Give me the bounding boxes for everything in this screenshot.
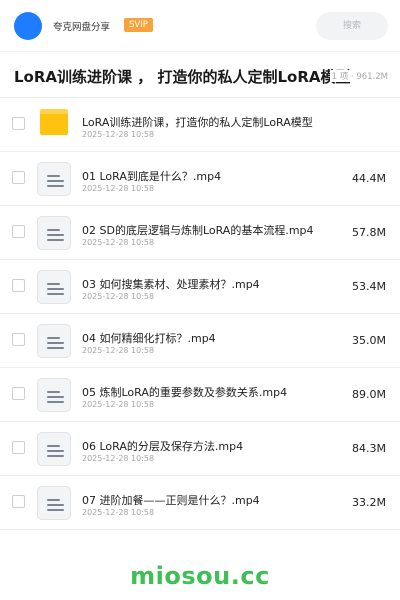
file-list: LoRA训练进阶课，打造你的私人定制LoRA模型 2025-12-28 10:5… [0,98,400,530]
video-file-icon [37,324,71,358]
video-file-icon [37,162,71,196]
svip-badge: SVIP [124,18,153,32]
file-size: 33.2M [352,496,386,509]
file-name: 04 如何精细化打标？.mp4 [82,332,216,345]
app-name: 夸克网盘分享 [53,22,111,33]
row-checkbox[interactable] [12,495,25,508]
file-size: 84.3M [352,442,386,455]
row-checkbox[interactable] [12,279,25,292]
file-date: 2025-12-28 10:58 [82,238,155,247]
file-date: 2025-12-28 10:58 [82,184,155,193]
list-item[interactable]: 07 进阶加餐——正则是什么？.mp4 2025-12-28 10:58 33.… [0,476,400,530]
row-checkbox[interactable] [12,441,25,454]
watermark: miosou.cc [130,562,270,590]
video-file-icon [37,432,71,466]
row-checkbox[interactable] [12,333,25,346]
list-item[interactable]: 03 如何搜集素材、处理素材？.mp4 2025-12-28 10:58 53.… [0,260,400,314]
video-file-icon [37,486,71,520]
folder-icon [40,109,68,135]
list-item[interactable]: 05 炼制LoRA的重要参数及参数关系.mp4 2025-12-28 10:58… [0,368,400,422]
header-bar: 夸克网盘分享 SVIP 搜索 [0,0,400,52]
video-file-icon [37,270,71,304]
file-size: 57.8M [352,226,386,239]
file-date: 2025-12-28 10:58 [82,454,155,463]
row-checkbox[interactable] [12,171,25,184]
list-item[interactable]: 01 LoRA到底是什么？.mp4 2025-12-28 10:58 44.4M [0,152,400,206]
file-size: 89.0M [352,388,386,401]
row-checkbox[interactable] [12,225,25,238]
file-name: 07 进阶加餐——正则是什么？.mp4 [82,494,260,507]
file-date: 2025-12-28 10:58 [82,400,155,409]
file-name: 01 LoRA到底是什么？.mp4 [82,170,222,183]
row-checkbox[interactable] [12,387,25,400]
row-checkbox[interactable] [12,117,25,130]
video-file-icon [37,216,71,250]
file-date: 2025-12-28 10:58 [82,508,155,517]
file-name: LoRA训练进阶课，打造你的私人定制LoRA模型 [82,116,313,129]
file-size: 53.4M [352,280,386,293]
list-item[interactable]: 04 如何精细化打标？.mp4 2025-12-28 10:58 35.0M [0,314,400,368]
file-size: 44.4M [352,172,386,185]
share-summary: 1 项 · 961.2M [329,70,388,82]
file-name: 03 如何搜集素材、处理素材？.mp4 [82,278,260,291]
share-title-row: LoRA训练进阶课 ， 打造你的私人定制LoRA模型 1 项 · 961.2M [0,52,400,98]
page-title: LoRA训练进阶课 ， 打造你的私人定制LoRA模型 [14,68,351,86]
file-name: 06 LoRA的分层及保存方法.mp4 [82,440,244,453]
file-size: 35.0M [352,334,386,347]
search-input[interactable]: 搜索 [316,12,388,40]
file-name: 02 SD的底层逻辑与炼制LoRA的基本流程.mp4 [82,224,314,237]
list-item[interactable]: 02 SD的底层逻辑与炼制LoRA的基本流程.mp4 2025-12-28 10… [0,206,400,260]
list-item[interactable]: 06 LoRA的分层及保存方法.mp4 2025-12-28 10:58 84.… [0,422,400,476]
file-name: 05 炼制LoRA的重要参数及参数关系.mp4 [82,386,288,399]
file-date: 2025-12-28 10:58 [82,292,155,301]
file-date: 2025-12-28 10:58 [82,130,155,139]
file-date: 2025-12-28 10:58 [82,346,155,355]
video-file-icon [37,378,71,412]
avatar[interactable] [14,12,42,40]
list-item-folder[interactable]: LoRA训练进阶课，打造你的私人定制LoRA模型 2025-12-28 10:5… [0,98,400,152]
